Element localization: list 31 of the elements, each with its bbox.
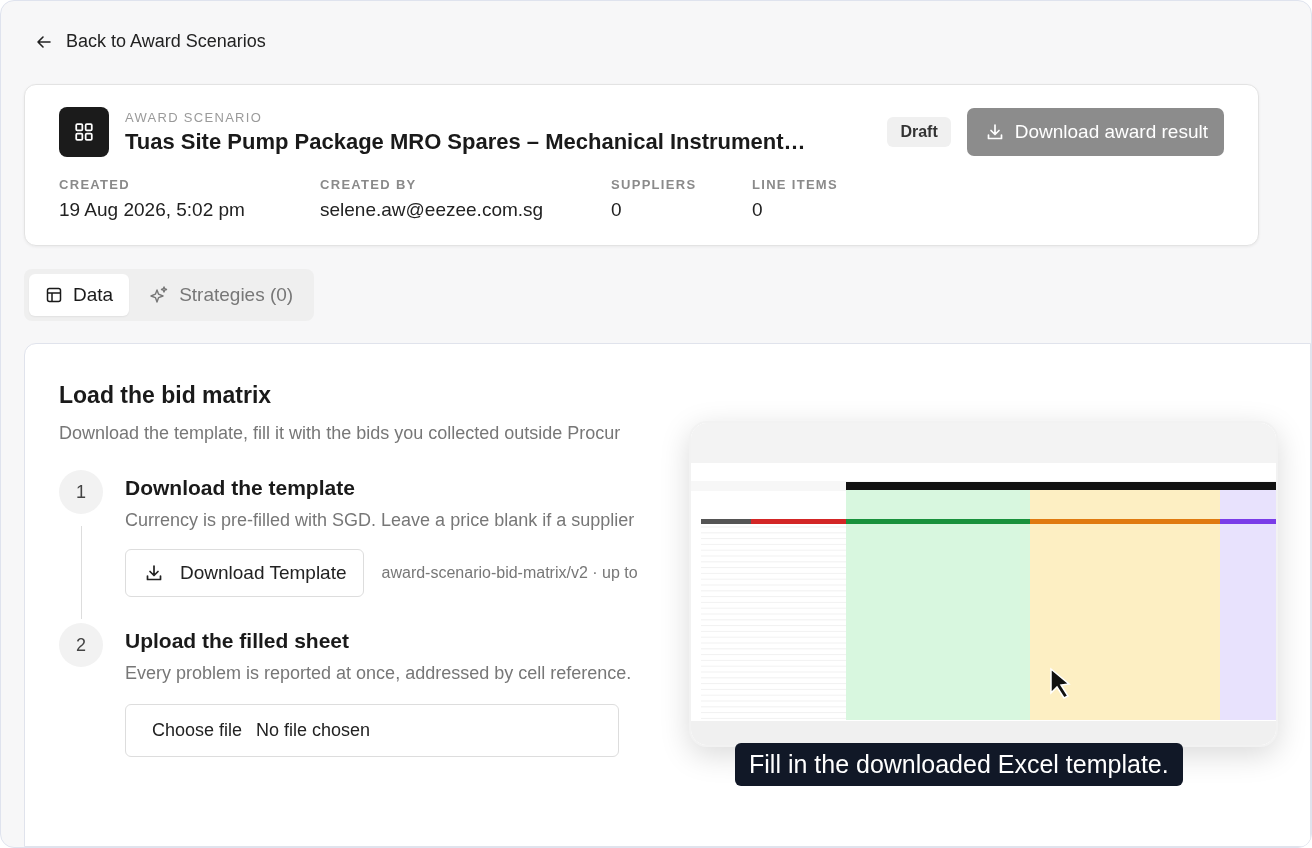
step-number: 2 bbox=[59, 623, 103, 667]
meta-label: CREATED BY bbox=[320, 177, 418, 192]
table-icon bbox=[45, 286, 63, 304]
status-badge: Draft bbox=[887, 117, 951, 147]
step-number: 1 bbox=[59, 470, 103, 514]
meta-value: 0 bbox=[611, 199, 623, 221]
meta-label: CREATED bbox=[59, 177, 131, 192]
preview-caption: Fill in the downloaded Excel template. bbox=[735, 743, 1183, 786]
meta-value: selene.aw@eezee.com.sg bbox=[320, 199, 545, 221]
tab[interactable]: Data bbox=[29, 274, 130, 316]
step-title: Upload the filled sheet bbox=[125, 629, 351, 653]
eyebrow-label: AWARD SCENARIO bbox=[125, 109, 264, 125]
meta-label: LINE ITEMS bbox=[752, 177, 838, 192]
meta-label: SUPPLIERS bbox=[611, 177, 698, 192]
step-title: Download the template bbox=[125, 476, 356, 500]
back-link[interactable]: Back to Award Scenarios bbox=[36, 31, 266, 52]
section-title: Load the bid matrix bbox=[59, 382, 273, 409]
scenario-title: Tuas Site Pump Package MRO Spares – Mechanical Instrument… bbox=[125, 128, 806, 155]
meta-value: 19 Aug 2026, 5:02 pm bbox=[59, 199, 246, 221]
download-template-button[interactable]: Download Template bbox=[125, 549, 364, 597]
section-description: Download the template, fill it with the bids you collected outside Procur bbox=[59, 423, 622, 444]
file-input[interactable]: Choose file No file chosen bbox=[125, 704, 619, 757]
template-note: award-scenario-bid-matrix/v2 · up to bbox=[381, 564, 638, 582]
arrow-left-icon bbox=[36, 33, 52, 50]
download-icon bbox=[144, 563, 164, 583]
meta-value: 0 bbox=[752, 199, 764, 221]
step-description: Every problem is reported at once, addressed by cell reference. bbox=[125, 663, 632, 684]
tab[interactable]: Strategies (0) bbox=[133, 274, 310, 316]
sparkle-icon bbox=[149, 285, 170, 305]
grid-icon bbox=[59, 107, 109, 157]
step-description: Currency is pre-filled with SGD. Leave a price blank if a supplier bbox=[125, 510, 636, 531]
